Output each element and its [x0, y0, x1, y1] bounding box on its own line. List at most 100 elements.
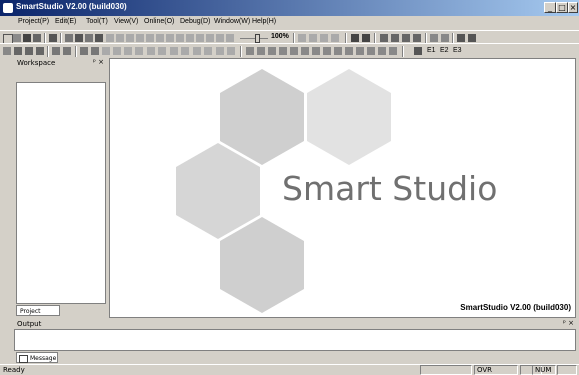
device-icon[interactable]	[430, 34, 438, 42]
layout-icon[interactable]	[367, 47, 375, 55]
workspace-pin-close-icon[interactable]: ᵖ ×	[93, 58, 104, 66]
layout-icon[interactable]	[389, 47, 397, 55]
menu-view[interactable]: View(V)	[114, 18, 138, 25]
insert-icon[interactable]	[216, 47, 224, 55]
align-icon[interactable]	[309, 34, 317, 42]
layout-icon[interactable]	[323, 47, 331, 55]
insert-icon[interactable]	[102, 47, 110, 55]
menu-help[interactable]: Help(H)	[252, 18, 276, 25]
print-icon[interactable]	[49, 34, 57, 42]
device-icon[interactable]	[441, 34, 449, 42]
editor-canvas[interactable]: Smart Studio SmartStudio V2.00 (build030…	[109, 58, 576, 318]
menu-edit[interactable]: Edit(E)	[55, 18, 76, 25]
ladder-contact-icon[interactable]	[65, 34, 73, 42]
cut-icon[interactable]	[14, 47, 22, 55]
ladder-coil-icon[interactable]	[75, 34, 83, 42]
layout-icon[interactable]	[279, 47, 287, 55]
insert-icon[interactable]	[227, 47, 235, 55]
ladder-tool-icon[interactable]	[126, 34, 134, 42]
layout-icon[interactable]	[334, 47, 342, 55]
replace-icon[interactable]	[63, 47, 71, 55]
insert-icon[interactable]	[204, 47, 212, 55]
grid-icon[interactable]	[80, 47, 88, 55]
layout-icon[interactable]	[290, 47, 298, 55]
copy-icon[interactable]	[25, 47, 33, 55]
ladder-tool-icon[interactable]	[166, 34, 174, 42]
paste-icon[interactable]	[36, 47, 44, 55]
menu-window[interactable]: Window(W)	[214, 18, 250, 25]
monitor-icon[interactable]	[391, 34, 399, 42]
menu-tool[interactable]: Tool(T)	[86, 18, 108, 25]
comm-icon[interactable]	[457, 34, 465, 42]
output-pin-close-icon[interactable]: ᵖ ×	[563, 319, 574, 327]
minimize-button[interactable]: _	[544, 2, 556, 13]
grid-icon[interactable]	[91, 47, 99, 55]
insert-icon[interactable]	[124, 47, 132, 55]
ladder-pen-icon[interactable]	[85, 34, 93, 42]
insert-icon[interactable]	[158, 47, 166, 55]
ladder-tool-icon[interactable]	[216, 34, 224, 42]
ladder-tool-icon[interactable]	[116, 34, 124, 42]
comm-icon[interactable]	[468, 34, 476, 42]
insert-icon[interactable]	[181, 47, 189, 55]
maximize-button[interactable]: □	[556, 2, 568, 13]
layout-icon[interactable]	[356, 47, 364, 55]
insert-icon[interactable]	[113, 47, 121, 55]
align-icon[interactable]	[298, 34, 306, 42]
stop-icon[interactable]	[362, 34, 370, 42]
output-panel: Output ᵖ × Message	[14, 319, 576, 363]
layout-icon[interactable]	[246, 47, 254, 55]
element-e2[interactable]: E2	[440, 47, 449, 54]
save-all-icon[interactable]	[33, 34, 41, 42]
menu-project[interactable]: Project(P)	[18, 18, 49, 25]
logo-hexagon-middle	[176, 143, 260, 239]
menu-online[interactable]: Online(O)	[144, 18, 174, 25]
menu-debug[interactable]: Debug(D)	[180, 18, 210, 25]
element-icon[interactable]	[414, 47, 422, 55]
ladder-tool-icon[interactable]	[196, 34, 204, 42]
run-icon[interactable]	[351, 34, 359, 42]
tab-project[interactable]: Project	[16, 305, 60, 316]
window-title: SmartStudio V2.00 (build030)	[16, 2, 127, 11]
save-icon[interactable]	[23, 34, 31, 42]
align-icon[interactable]	[331, 34, 339, 42]
output-log[interactable]	[14, 329, 576, 351]
monitor-icon[interactable]	[413, 34, 421, 42]
element-e1[interactable]: E1	[427, 47, 436, 54]
insert-icon[interactable]	[135, 47, 143, 55]
layout-icon[interactable]	[378, 47, 386, 55]
insert-icon[interactable]	[170, 47, 178, 55]
element-e3[interactable]: E3	[453, 47, 462, 54]
ladder-tool-icon[interactable]	[226, 34, 234, 42]
tab-message[interactable]: Message	[16, 352, 58, 363]
ladder-tool-icon[interactable]	[136, 34, 144, 42]
align-icon[interactable]	[320, 34, 328, 42]
layout-icon[interactable]	[268, 47, 276, 55]
monitor-icon[interactable]	[380, 34, 388, 42]
version-label: SmartStudio V2.00 (build030)	[460, 303, 571, 312]
tab-message-label: Message	[30, 355, 57, 362]
ladder-tool-icon[interactable]	[146, 34, 154, 42]
ladder-tool-icon[interactable]	[156, 34, 164, 42]
ladder-tool-icon[interactable]	[186, 34, 194, 42]
insert-icon[interactable]	[193, 47, 201, 55]
layout-icon[interactable]	[345, 47, 353, 55]
layout-icon[interactable]	[257, 47, 265, 55]
insert-icon[interactable]	[147, 47, 155, 55]
logo-hexagon-bottom	[220, 217, 304, 313]
find-icon[interactable]	[52, 47, 60, 55]
layout-icon[interactable]	[301, 47, 309, 55]
monitor-icon[interactable]	[402, 34, 410, 42]
zoom-level: 100%	[271, 33, 289, 40]
ladder-tool-icon[interactable]	[206, 34, 214, 42]
ladder-tool-icon[interactable]	[106, 34, 114, 42]
ladder-tool-icon[interactable]	[176, 34, 184, 42]
message-icon	[19, 355, 28, 363]
layout-icon[interactable]	[312, 47, 320, 55]
ladder-line-icon[interactable]	[95, 34, 103, 42]
zoom-slider-thumb[interactable]	[255, 34, 260, 43]
close-button[interactable]: ×	[568, 2, 578, 13]
workspace-tree[interactable]	[16, 82, 106, 304]
undo-icon[interactable]	[3, 47, 11, 55]
open-folder-icon[interactable]	[13, 34, 21, 42]
